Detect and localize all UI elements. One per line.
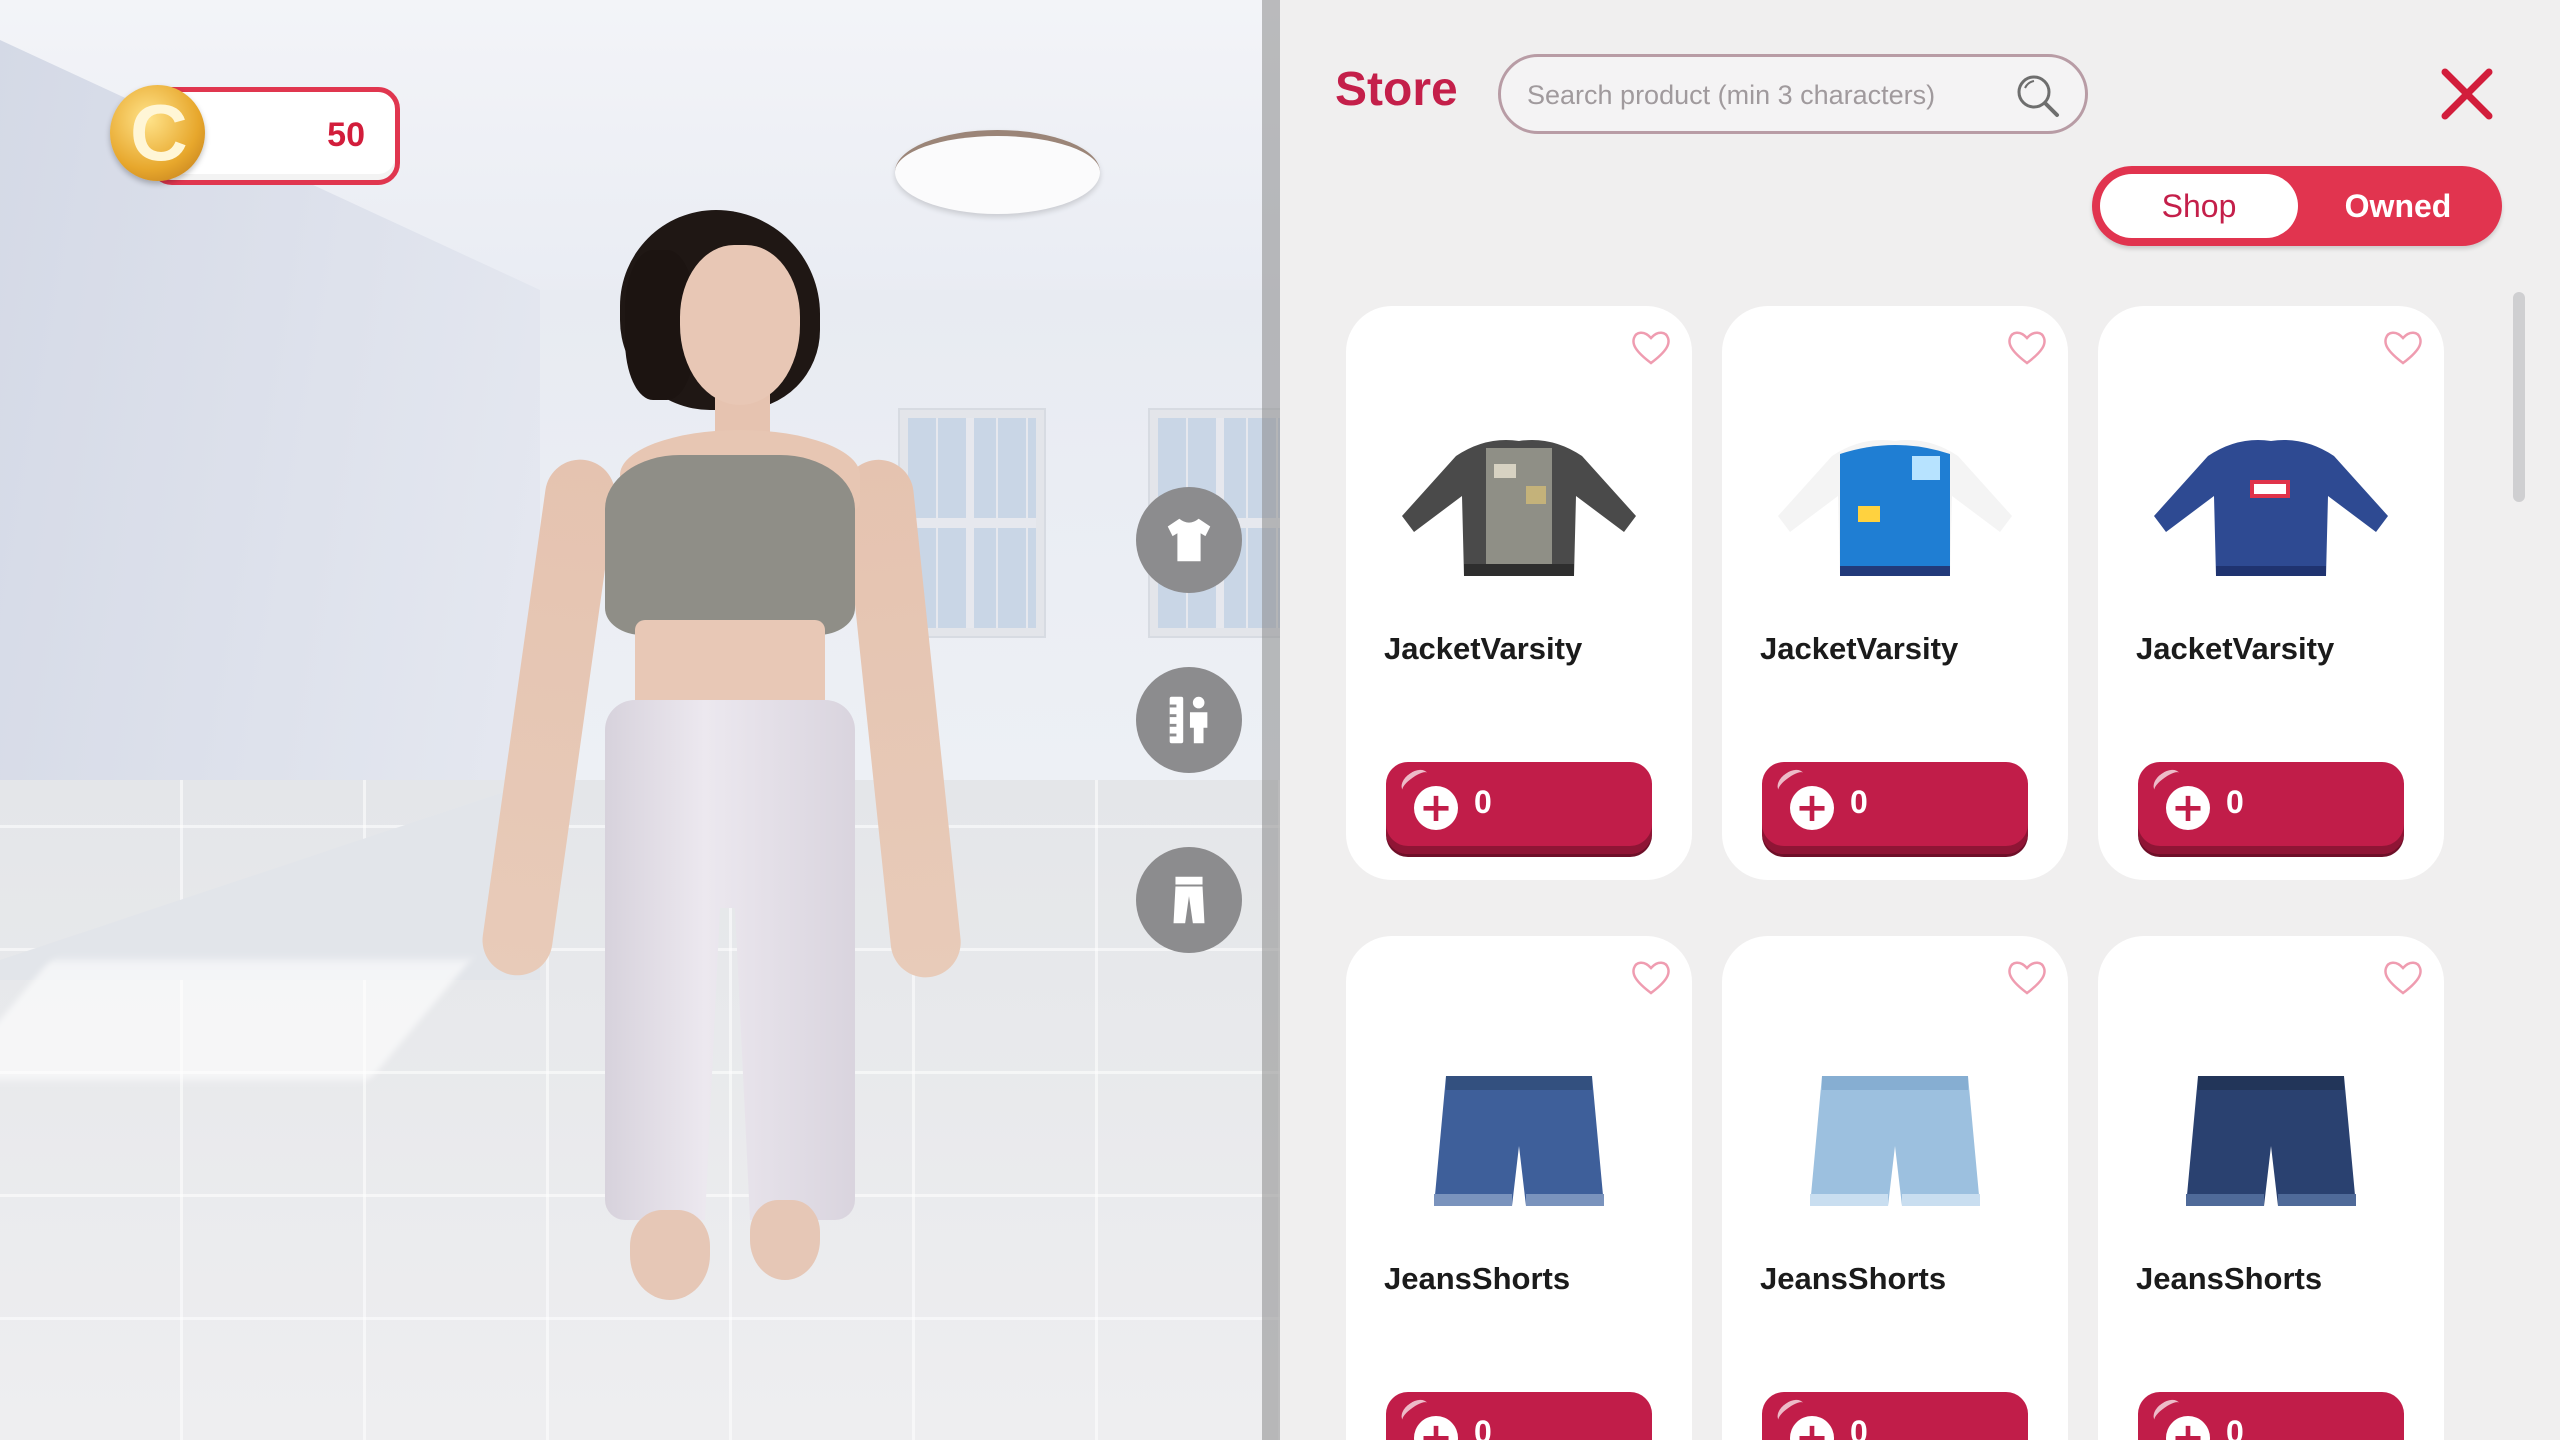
product-card[interactable]: JacketVarsity + 0 — [2098, 306, 2444, 880]
scrollbar[interactable] — [2513, 292, 2525, 502]
plus-icon: + — [1414, 1416, 1458, 1440]
shop-owned-toggle[interactable]: Shop Owned — [2092, 166, 2502, 246]
heart-icon[interactable] — [2006, 328, 2048, 366]
tab-shop[interactable]: Shop — [2100, 174, 2298, 238]
product-name: JacketVarsity — [2136, 631, 2335, 666]
close-icon[interactable] — [2435, 62, 2499, 126]
coin-letter: C — [130, 88, 188, 177]
product-name: JacketVarsity — [1384, 631, 1583, 666]
plus-icon: + — [1414, 786, 1458, 830]
ruler-person-icon — [1169, 696, 1208, 744]
jeans-shorts-dark-icon — [2186, 1076, 2356, 1206]
avatar-foot-left — [630, 1210, 710, 1300]
clothing-tool-button[interactable] — [1136, 487, 1242, 593]
avatar-crop-top — [605, 455, 855, 635]
heart-icon[interactable] — [2006, 958, 2048, 996]
search-icon[interactable] — [2013, 71, 2063, 121]
price: 0 — [1850, 784, 1868, 820]
store-title: Store — [1335, 63, 1458, 116]
buy-button[interactable]: + 0 — [1386, 762, 1652, 854]
avatar-face — [680, 245, 800, 405]
tab-owned[interactable]: Owned — [2302, 174, 2494, 238]
pants-tool-button[interactable] — [1136, 847, 1242, 953]
store-panel: Store Shop Owned JacketVarsity — [1280, 0, 2560, 1440]
panel-divider[interactable] — [1262, 0, 1280, 1440]
avatar-sweatpants — [605, 700, 855, 1220]
buy-button[interactable]: + 0 — [1386, 1392, 1652, 1440]
tshirt-icon — [1167, 518, 1211, 562]
jeans-shorts-medium-icon — [1434, 1076, 1604, 1206]
plus-icon: + — [1790, 786, 1834, 830]
product-card[interactable]: JeansShorts + 0 — [1722, 936, 2068, 1440]
coin-icon: C — [110, 85, 205, 181]
heart-icon[interactable] — [2382, 328, 2424, 366]
coin-counter: 50 C — [110, 85, 400, 185]
product-name: JeansShorts — [1760, 1261, 1947, 1296]
search-bar[interactable] — [1498, 54, 2088, 134]
price: 0 — [1474, 1414, 1492, 1440]
price: 0 — [1474, 784, 1492, 820]
product-card[interactable]: JeansShorts + 0 — [2098, 936, 2444, 1440]
product-card[interactable]: JeansShorts + 0 — [1346, 936, 1692, 1440]
coin-count: 50 — [327, 116, 365, 154]
body-measure-tool-button[interactable] — [1136, 667, 1242, 773]
price: 0 — [2226, 1414, 2244, 1440]
price: 0 — [2226, 784, 2244, 820]
buy-button[interactable]: + 0 — [1762, 762, 2028, 854]
avatar-character[interactable] — [477, 200, 965, 1310]
product-card[interactable]: JacketVarsity + 0 — [1346, 306, 1692, 880]
buy-button[interactable]: + 0 — [2138, 1392, 2404, 1440]
pants-icon — [1173, 876, 1205, 924]
heart-icon[interactable] — [1630, 958, 1672, 996]
product-card[interactable]: JacketVarsity + 0 — [1722, 306, 2068, 880]
product-name: JacketVarsity — [1760, 631, 1959, 666]
heart-icon[interactable] — [2382, 958, 2424, 996]
heart-icon[interactable] — [1630, 328, 1672, 366]
product-name: JeansShorts — [2136, 1261, 2323, 1296]
plus-icon: + — [2166, 1416, 2210, 1440]
jacket-varsity-black-icon — [1402, 440, 1636, 576]
buy-button[interactable]: + 0 — [2138, 762, 2404, 854]
search-input[interactable] — [1525, 57, 2009, 133]
avatar-viewport[interactable]: 50 C — [0, 0, 1280, 1440]
jacket-varsity-navy-icon — [2154, 440, 2388, 576]
plus-icon: + — [2166, 786, 2210, 830]
buy-button[interactable]: + 0 — [1762, 1392, 2028, 1440]
avatar-foot-right — [750, 1200, 820, 1280]
plus-icon: + — [1790, 1416, 1834, 1440]
jeans-shorts-light-icon — [1810, 1076, 1980, 1206]
product-name: JeansShorts — [1384, 1261, 1571, 1296]
price: 0 — [1850, 1414, 1868, 1440]
jacket-varsity-blue-white-icon — [1778, 440, 2012, 576]
